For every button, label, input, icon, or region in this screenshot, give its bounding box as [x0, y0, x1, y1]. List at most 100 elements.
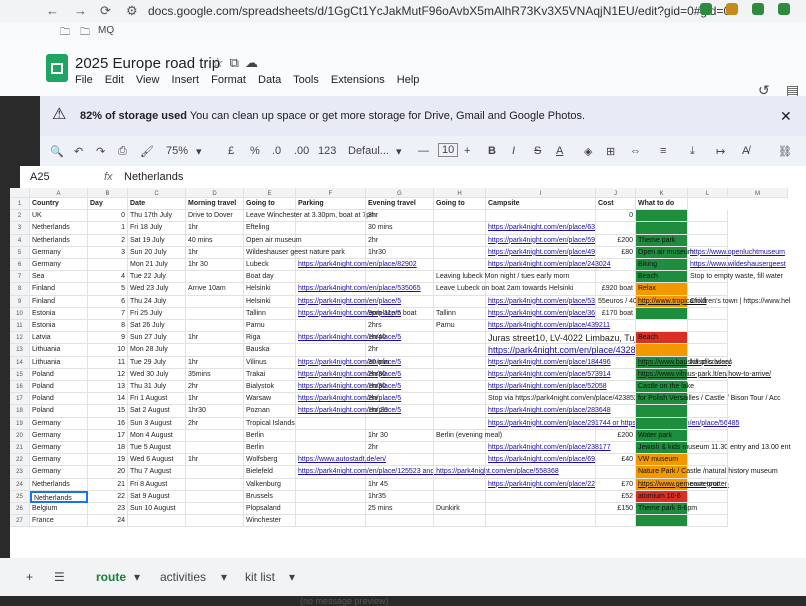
table-cell[interactable]: [596, 368, 636, 381]
table-cell[interactable]: Warsaw: [244, 393, 296, 406]
table-cell[interactable]: [596, 466, 636, 479]
table-cell[interactable]: 1hr30: [366, 246, 434, 259]
table-cell[interactable]: [366, 515, 434, 528]
table-cell[interactable]: [688, 393, 728, 406]
table-cell[interactable]: [688, 454, 728, 467]
bold-button[interactable]: B: [488, 145, 496, 157]
table-cell[interactable]: Germany: [30, 442, 88, 455]
table-cell[interactable]: 1hr 30: [366, 405, 434, 418]
table-cell[interactable]: https://park4night.com/en/place/5: [296, 393, 401, 406]
extension-icon[interactable]: [752, 3, 764, 15]
row-header[interactable]: 16: [10, 381, 30, 394]
header-cell[interactable]: Parking: [296, 198, 366, 211]
text-color-button[interactable]: A: [556, 145, 563, 157]
table-cell[interactable]: Berlin: [244, 429, 296, 442]
star-icon[interactable]: ☆: [212, 55, 230, 70]
table-cell[interactable]: 19: [88, 454, 128, 467]
table-cell[interactable]: 2hr: [366, 393, 434, 406]
header-cell[interactable]: Day: [88, 198, 128, 211]
row-header[interactable]: 22: [10, 454, 30, 467]
table-cell[interactable]: [434, 417, 486, 430]
table-cell[interactable]: Wildeshauser geest nature park: [244, 246, 345, 259]
table-cell[interactable]: https://park4night.com/en/place/5: [296, 405, 401, 418]
table-cell[interactable]: Germany: [30, 417, 88, 430]
table-cell[interactable]: https://park4night.com/en/place/238177: [486, 442, 611, 455]
formula-input[interactable]: Netherlands: [124, 171, 183, 183]
table-cell[interactable]: [186, 515, 244, 528]
table-cell[interactable]: Vilinus: [244, 356, 296, 369]
row-header[interactable]: 27: [10, 515, 30, 528]
table-cell[interactable]: [296, 344, 366, 357]
table-cell[interactable]: Theme park: [636, 234, 688, 247]
table-cell[interactable]: Lubeck: [244, 259, 296, 272]
table-cell[interactable]: Sea: [30, 271, 88, 284]
table-cell[interactable]: [296, 320, 366, 333]
table-cell[interactable]: 40 mins: [186, 234, 244, 247]
tab-kit-list[interactable]: kit list: [245, 570, 275, 584]
column-header[interactable]: D: [186, 188, 244, 198]
tab-route[interactable]: route: [96, 570, 126, 584]
table-cell[interactable]: 1hr 30: [366, 429, 434, 442]
menu-format[interactable]: Format: [211, 74, 246, 86]
table-cell[interactable]: [296, 442, 366, 455]
table-cell[interactable]: [596, 381, 636, 394]
table-cell[interactable]: Parnu: [244, 320, 296, 333]
table-cell[interactable]: [688, 368, 728, 381]
row-header[interactable]: 20: [10, 429, 30, 442]
decrease-decimal-button[interactable]: .0: [272, 145, 281, 157]
more-formats-button[interactable]: 123: [318, 145, 336, 157]
table-cell[interactable]: https://park4night.com/en/place/125523 a…: [296, 466, 559, 479]
table-cell[interactable]: Tropical Islands: [244, 417, 296, 430]
table-cell[interactable]: [186, 442, 244, 455]
table-cell[interactable]: [296, 478, 366, 491]
table-cell[interactable]: [366, 271, 434, 284]
table-cell[interactable]: 14: [88, 393, 128, 406]
table-cell[interactable]: Leave Winchester at 3.30pm, boat at 7pm: [244, 210, 376, 223]
increase-font-size-icon[interactable]: +: [464, 145, 470, 157]
table-cell[interactable]: 1hr30: [366, 381, 434, 394]
table-cell[interactable]: [296, 490, 366, 503]
table-cell[interactable]: Germany: [30, 454, 88, 467]
table-cell[interactable]: [688, 429, 728, 442]
table-cell[interactable]: https://park4night.com/en/place/5: [296, 295, 401, 308]
table-cell[interactable]: https://park4night.com/en/place/184496: [486, 356, 611, 369]
table-cell[interactable]: Brussels: [244, 490, 296, 503]
row-header[interactable]: 2: [10, 210, 30, 223]
table-cell[interactable]: 4: [88, 271, 128, 284]
horizontal-align-icon[interactable]: ≡: [660, 145, 666, 157]
table-cell[interactable]: [486, 490, 596, 503]
table-cell[interactable]: 5: [88, 283, 128, 296]
table-cell[interactable]: [296, 246, 366, 259]
table-cell[interactable]: 2hr: [186, 417, 244, 430]
table-cell[interactable]: 22: [88, 490, 128, 503]
table-cell[interactable]: 1hr40: [366, 332, 434, 345]
table-cell[interactable]: [434, 295, 486, 308]
table-cell[interactable]: Wed 30 July: [128, 368, 186, 381]
table-cell[interactable]: Sun 27 July: [128, 332, 186, 345]
table-cell[interactable]: 2hr: [186, 381, 244, 394]
table-cell[interactable]: Berlin: [244, 442, 296, 455]
chevron-down-icon[interactable]: ▾: [196, 145, 202, 158]
table-cell[interactable]: [186, 320, 244, 333]
table-cell[interactable]: [486, 283, 596, 296]
table-cell[interactable]: 18: [88, 442, 128, 455]
column-header[interactable]: A: [30, 188, 88, 198]
table-cell[interactable]: [636, 405, 688, 418]
table-cell[interactable]: France: [30, 515, 88, 528]
table-cell[interactable]: 9pm-11pm boat: [366, 307, 434, 320]
header-cell[interactable]: Country: [30, 198, 88, 211]
table-cell[interactable]: Thu 17th July: [128, 210, 186, 223]
table-cell[interactable]: https://park4night.com/en/place/36: [486, 307, 596, 320]
table-cell[interactable]: Sat 19 July: [128, 234, 186, 247]
table-cell[interactable]: 15: [88, 405, 128, 418]
table-cell[interactable]: [186, 295, 244, 308]
table-cell[interactable]: Helsinki: [244, 295, 296, 308]
table-cell[interactable]: Open air museum: [244, 234, 302, 247]
table-cell[interactable]: Jewish & kids museum 11.30 entry and 13.…: [636, 442, 790, 455]
row-header[interactable]: 10: [10, 307, 30, 320]
table-cell[interactable]: [596, 417, 636, 430]
table-cell[interactable]: https://park4night.com/en/place/439211: [486, 320, 610, 333]
table-cell[interactable]: Tue 22 July: [128, 271, 186, 284]
menu-edit[interactable]: Edit: [105, 74, 124, 86]
table-cell[interactable]: Trakai: [244, 368, 296, 381]
